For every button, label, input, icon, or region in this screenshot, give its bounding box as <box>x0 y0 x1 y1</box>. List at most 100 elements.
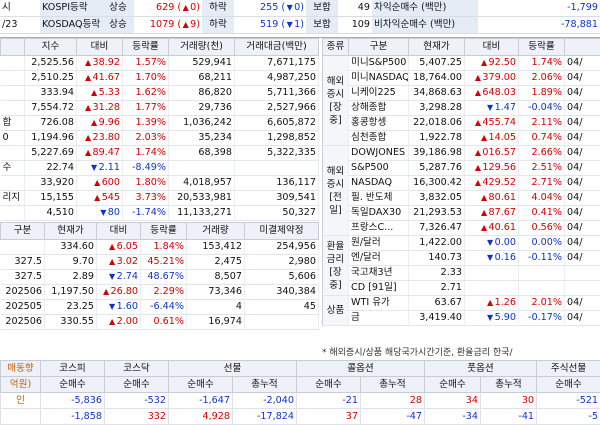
index-row[interactable]: 수22.74▼2.11-8.49% <box>1 161 319 176</box>
index-row[interactable]: 01,194.96▲23.802.03%35,2341,298,852 <box>1 131 319 146</box>
market-rate <box>519 266 565 281</box>
down-label: 하락 <box>202 0 234 17</box>
global-market-row[interactable]: 금3,419.40▼5.90-0.17%04/ <box>323 311 600 326</box>
market-change: ▲40.61 <box>465 221 519 236</box>
investor-row[interactable]: -1,8583324,928-17,82437-47-34-41-5 <box>1 409 600 425</box>
market-time: 04/ <box>565 251 600 266</box>
derivative-row[interactable]: 20250523.25▼1.60-6.44%445 <box>1 300 319 315</box>
investor-value: -47 <box>361 409 425 425</box>
investor-sub-header: 억원) 순매수 순매수 순매수 총누적 순매수 총누적 순매수 총누적 순매수 <box>1 377 600 393</box>
derivative-row[interactable]: 334.60▲6.051.84%153,412254,956 <box>1 240 319 255</box>
kospi-down-value: 255 <box>260 2 278 13</box>
index-rate: 1.80% <box>123 176 169 191</box>
market-change-value: 5.90 <box>495 312 516 323</box>
global-market-row[interactable]: 니케이22534,868.63▲648.031.89%04/ <box>323 86 600 101</box>
global-market-row[interactable]: CD [91일]2.71 <box>323 281 600 296</box>
header-rate: 등락률 <box>123 39 169 56</box>
global-market-row[interactable]: 필. 반도체3,832.05▲80.614.04%04/ <box>323 191 600 206</box>
global-market-row[interactable]: 국고채3년2.33 <box>323 266 600 281</box>
global-market-row[interactable]: 해외증시[전일]DOWJONES39,186.98▲016.572.66%04/ <box>323 146 600 161</box>
index-row[interactable]: 리지15,155▲5453.73%20,533,981309,541 <box>1 191 319 206</box>
down-arrow-icon: ▼ <box>108 300 117 314</box>
non-arbitrage-net-value: -78,881 <box>478 17 600 34</box>
market-change-value: 016.57 <box>482 147 516 158</box>
derivative-row[interactable]: 202506330.55▲2.000.61%16,974 <box>1 315 319 330</box>
up-arrow-icon: ▲ <box>84 101 93 115</box>
market-change-value: 379.00 <box>482 72 516 83</box>
index-change: ▲545 <box>77 191 123 206</box>
sub-header: 순매수 <box>41 377 105 393</box>
investor-row[interactable]: 인-5,836-532-1,647-2,040-21283430-521 <box>1 393 600 409</box>
global-market-row[interactable]: 해외증시[장중]미니S&P5005,407.25▲92.501.74%04/ <box>323 56 600 71</box>
market-change-value: 129.56 <box>482 162 516 173</box>
up-arrow-icon: ▲ <box>181 17 190 33</box>
index-row[interactable]: 2,525.56▲38.921.57%529,9417,671,175 <box>1 56 319 71</box>
market-rate: 0.56% <box>519 221 565 236</box>
kospi-breadth-label: KOSPI등락 <box>40 0 102 17</box>
index-volume: 4,018,957 <box>169 176 235 191</box>
market-price: 3,298.28 <box>409 101 465 116</box>
market-rate: 0.41% <box>519 206 565 221</box>
derivative-name: 327.5 <box>1 270 45 285</box>
index-amount: 5,711,366 <box>235 86 319 101</box>
global-market-row[interactable]: NASDAQ16,300.42▲429.522.71%04/ <box>323 176 600 191</box>
index-row[interactable]: 5,227.69▲89.471.74%68,3985,322,335 <box>1 146 319 161</box>
global-market-row[interactable]: 미니NASDAQ18,764.00▲379.002.06%04/ <box>323 71 600 86</box>
index-table: 지수 대비 등락률 거래량(천) 거래대금(백만) 2,525.56▲38.92… <box>0 38 319 221</box>
global-market-row[interactable]: 상품WTI 유가63.67▲1.262.01%04/ <box>323 296 600 311</box>
derivative-row[interactable]: 327.59.70▲3.0245.21%2,4752,980 <box>1 255 319 270</box>
index-amount: 6,605,872 <box>235 116 319 131</box>
index-value: 4,510 <box>25 206 77 221</box>
global-market-row[interactable]: 홍콩항셍22,018.06▲455.742.11%04/ <box>323 116 600 131</box>
global-market-row[interactable]: 엔/달러140.73▼0.16-0.11%04/ <box>323 251 600 266</box>
index-row[interactable]: 2,510.25▲41.671.70%68,2114,987,250 <box>1 71 319 86</box>
index-change: ▲9.96 <box>77 116 123 131</box>
derivatives-table-body: 334.60▲6.051.84%153,412254,956327.59.70▲… <box>1 240 319 330</box>
index-rate: 1.39% <box>123 116 169 131</box>
market-name: 프랑스C... <box>349 221 409 236</box>
date-value: /23 <box>0 17 40 34</box>
investor-flow-table: 매동향 코스피 코스닥 선물 콜옵션 풋옵션 주식선물 억원) 순매수 순매수 … <box>0 360 600 425</box>
index-row[interactable]: 4,510▼80-1.74%11,133,27150,327 <box>1 206 319 221</box>
derivative-row[interactable]: 327.52.89▼2.7448.67%8,5075,606 <box>1 270 319 285</box>
derivative-change: ▲6.05 <box>97 240 141 255</box>
index-name <box>1 86 25 101</box>
kospi-up-value: 629 <box>156 2 174 13</box>
up-arrow-icon: ▲ <box>84 146 93 160</box>
up-arrow-icon: ▲ <box>93 191 102 205</box>
index-row[interactable]: 333.94▲5.331.62%86,8205,711,366 <box>1 86 319 101</box>
index-value: 7,554.72 <box>25 101 77 116</box>
global-market-row[interactable]: 독일DAX3021,293.53▲87.670.41%04/ <box>323 206 600 221</box>
down-arrow-icon: ▼ <box>285 17 294 33</box>
market-time: 04/ <box>565 101 600 116</box>
global-market-row[interactable]: 심천종합1,922.78▲14.050.74%04/ <box>323 131 600 146</box>
market-time: 04/ <box>565 236 600 251</box>
market-time <box>565 281 600 296</box>
global-market-row[interactable]: 프랑스C...7,326.47▲40.610.56%04/ <box>323 221 600 236</box>
derivative-change-value: 6.05 <box>117 241 138 252</box>
derivative-price: 1,197.50 <box>45 285 97 300</box>
market-time: 04/ <box>565 86 600 101</box>
index-volume: 11,133,271 <box>169 206 235 221</box>
sub-header: 순매수 <box>425 377 481 393</box>
global-market-row[interactable]: 환율금리[장중]원/달러1,422.00▼0.000.00%04/ <box>323 236 600 251</box>
index-row[interactable]: 33,920▲6001.80%4,018,957136,117 <box>1 176 319 191</box>
market-change-value: 87.67 <box>489 207 516 218</box>
kospi-flat-value: 49 <box>338 0 372 17</box>
global-table-body: 해외증시[장중]미니S&P5005,407.25▲92.501.74%04/미니… <box>323 56 600 326</box>
investor-value: 332 <box>105 409 169 425</box>
index-volume: 29,736 <box>169 101 235 116</box>
derivative-rate: 0.61% <box>141 315 187 330</box>
investor-value: 4,928 <box>169 409 233 425</box>
index-row[interactable]: 7,554.72▲31.281.77%29,7362,527,966 <box>1 101 319 116</box>
derivative-row[interactable]: 2025061,197.50▲26.802.29%73,346340,384 <box>1 285 319 300</box>
kospi-up-count: 0 <box>190 2 196 13</box>
header-call-option: 콜옵션 <box>297 361 425 377</box>
index-change: ▲23.80 <box>77 131 123 146</box>
market-time: 04/ <box>565 56 600 71</box>
index-row[interactable]: 합726.08▲9.961.39%1,036,2426,605,872 <box>1 116 319 131</box>
header-rate: 등락률 <box>519 39 565 56</box>
global-market-row[interactable]: S&P5005,287.76▲129.562.51%04/ <box>323 161 600 176</box>
global-market-row[interactable]: 상해종합3,298.28▼1.47-0.04%04/ <box>323 101 600 116</box>
derivative-change: ▲26.80 <box>97 285 141 300</box>
